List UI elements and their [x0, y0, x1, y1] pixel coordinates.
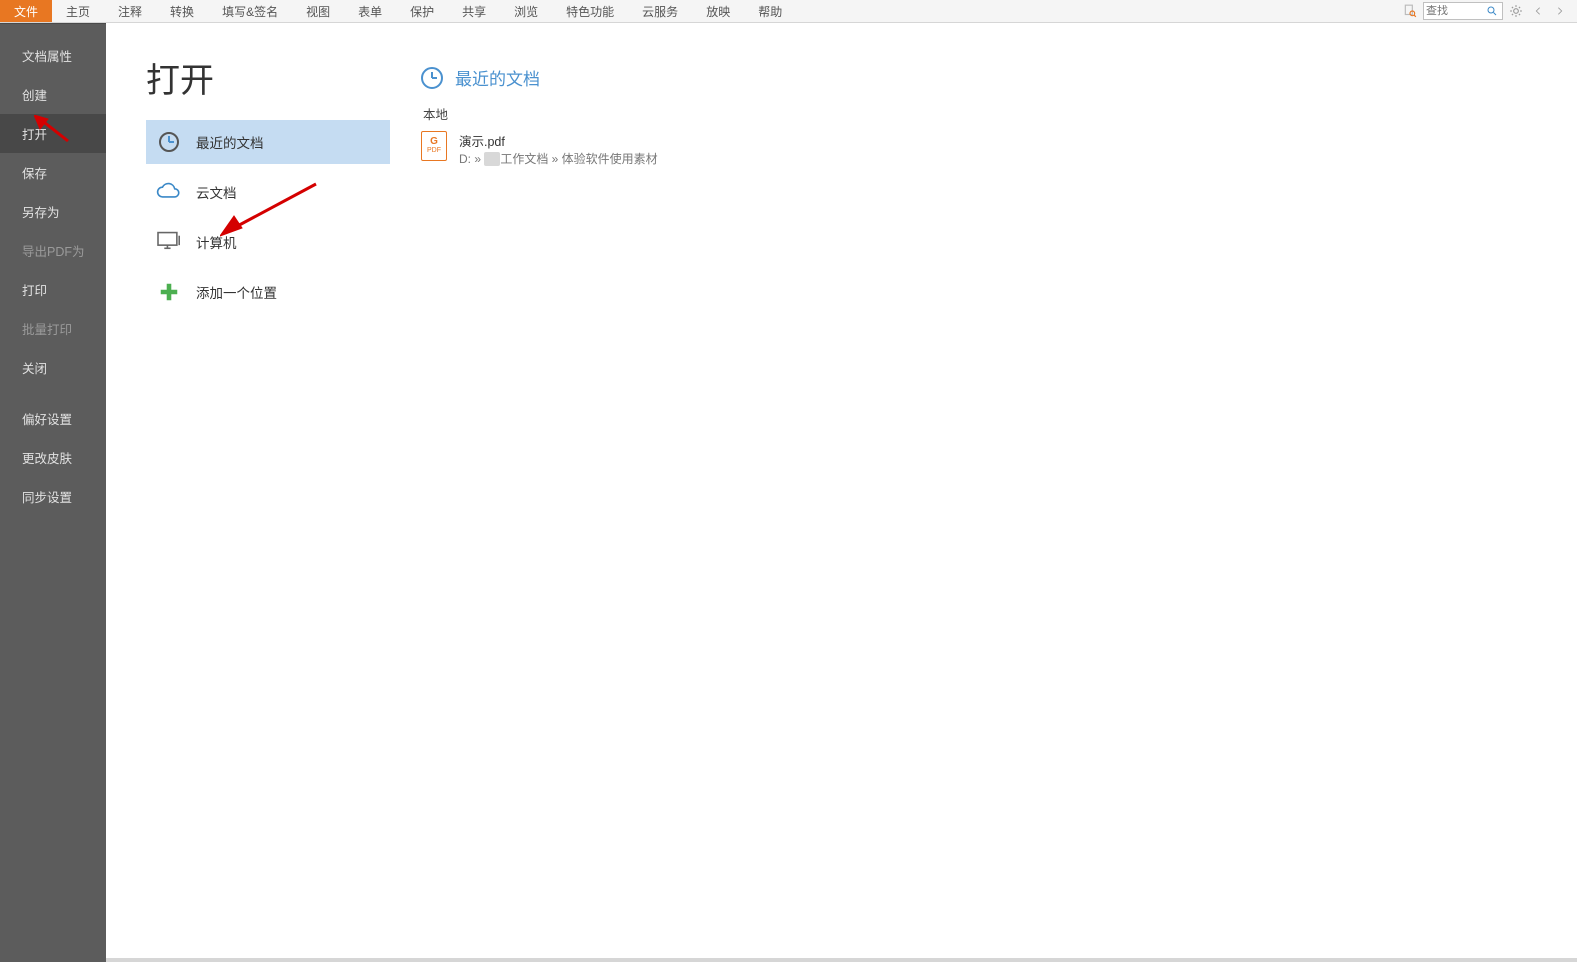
- menu-tab-1[interactable]: 主页: [52, 0, 104, 22]
- spacer: [796, 0, 1401, 22]
- sidebar-item-preferences[interactable]: 偏好设置: [0, 399, 106, 438]
- open-locations-panel: 打开 最近的文档云文档计算机添加一个位置: [106, 23, 390, 962]
- plus-icon: [156, 279, 182, 305]
- menu-tab-5[interactable]: 视图: [292, 0, 344, 22]
- content-heading: 最近的文档: [421, 65, 1577, 90]
- menu-tab-13[interactable]: 帮助: [744, 0, 796, 22]
- location-cloud[interactable]: 云文档: [146, 170, 390, 214]
- location-recent[interactable]: 最近的文档: [146, 120, 390, 164]
- menu-tab-12[interactable]: 放映: [692, 0, 744, 22]
- location-label: 添加一个位置: [196, 282, 277, 302]
- menu-tab-2[interactable]: 注释: [104, 0, 156, 22]
- clock-icon: [156, 129, 182, 155]
- search-doc-icon[interactable]: [1401, 2, 1419, 20]
- bottom-scroll-hint: [106, 958, 1577, 962]
- sidebar-item-saveas[interactable]: 另存为: [0, 192, 106, 231]
- recent-list: GPDF 演示.pdfD: » 工作文档 » 体验软件使用素材: [421, 127, 1577, 171]
- content-title: 最近的文档: [455, 65, 540, 90]
- nav-next-icon[interactable]: [1551, 2, 1569, 20]
- menu-tab-9[interactable]: 浏览: [500, 0, 552, 22]
- sidebar-item-save[interactable]: 保存: [0, 153, 106, 192]
- location-label: 最近的文档: [196, 132, 264, 152]
- menu-tabs: 文件主页注释转换填写&签名视图表单保护共享浏览特色功能云服务放映帮助: [0, 0, 796, 22]
- top-menu-bar: 文件主页注释转换填写&签名视图表单保护共享浏览特色功能云服务放映帮助: [0, 0, 1577, 23]
- sidebar-item-skin[interactable]: 更改皮肤: [0, 438, 106, 477]
- search-input-box[interactable]: [1423, 2, 1503, 20]
- search-input[interactable]: [1424, 5, 1484, 17]
- computer-icon: [156, 229, 182, 255]
- recent-docs-content: 最近的文档 本地 GPDF 演示.pdfD: » 工作文档 » 体验软件使用素材: [390, 23, 1577, 962]
- recent-file-text: 演示.pdfD: » 工作文档 » 体验软件使用素材: [459, 131, 658, 167]
- menu-tab-0[interactable]: 文件: [0, 0, 52, 22]
- sidebar-item-print[interactable]: 打印: [0, 270, 106, 309]
- recent-file-path: D: » 工作文档 » 体验软件使用素材: [459, 150, 658, 167]
- sidebar-item-create[interactable]: 创建: [0, 75, 106, 114]
- menu-tab-7[interactable]: 保护: [396, 0, 448, 22]
- recent-file-item[interactable]: GPDF 演示.pdfD: » 工作文档 » 体验软件使用素材: [421, 127, 1577, 171]
- location-label: 计算机: [196, 232, 237, 252]
- gear-icon[interactable]: [1507, 2, 1525, 20]
- nav-prev-icon[interactable]: [1529, 2, 1547, 20]
- sidebar-item-open[interactable]: 打开: [0, 114, 106, 153]
- menu-tab-10[interactable]: 特色功能: [552, 0, 628, 22]
- sidebar-item-doc-props[interactable]: 文档属性: [0, 36, 106, 75]
- panel-title: 打开: [146, 53, 390, 102]
- clock-icon: [421, 67, 443, 89]
- recent-file-name: 演示.pdf: [459, 131, 658, 150]
- workspace: 文档属性创建打开保存另存为导出PDF为打印批量打印关闭偏好设置更改皮肤同步设置 …: [0, 23, 1577, 962]
- menu-tab-3[interactable]: 转换: [156, 0, 208, 22]
- location-label: 云文档: [196, 182, 237, 202]
- menu-tab-4[interactable]: 填写&签名: [208, 0, 292, 22]
- search-icon[interactable]: [1484, 5, 1500, 17]
- topbar-right: [1401, 0, 1577, 22]
- menu-tab-8[interactable]: 共享: [448, 0, 500, 22]
- pdf-file-icon: GPDF: [421, 131, 447, 161]
- section-local-label: 本地: [423, 104, 1577, 123]
- sidebar-item-close[interactable]: 关闭: [0, 348, 106, 387]
- cloud-icon: [156, 179, 182, 205]
- menu-tab-6[interactable]: 表单: [344, 0, 396, 22]
- location-computer[interactable]: 计算机: [146, 220, 390, 264]
- menu-tab-11[interactable]: 云服务: [628, 0, 692, 22]
- sidebar-item-batchprint: 批量打印: [0, 309, 106, 348]
- sidebar-item-sync[interactable]: 同步设置: [0, 477, 106, 516]
- sidebar-item-export: 导出PDF为: [0, 231, 106, 270]
- file-sidebar: 文档属性创建打开保存另存为导出PDF为打印批量打印关闭偏好设置更改皮肤同步设置: [0, 23, 106, 962]
- location-add-location[interactable]: 添加一个位置: [146, 270, 390, 314]
